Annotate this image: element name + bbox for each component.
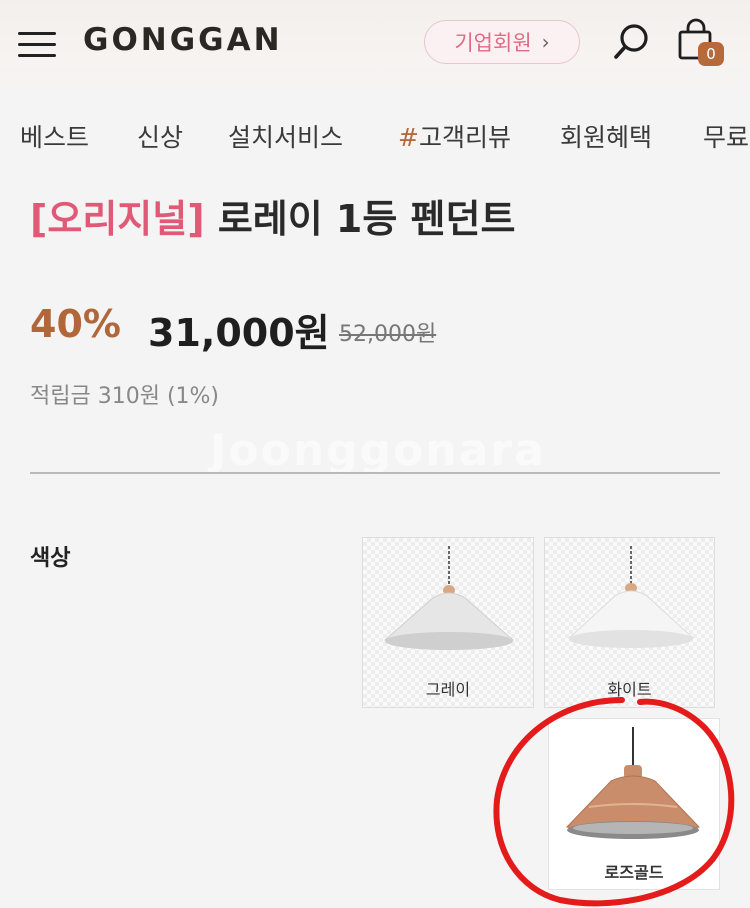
product-tag: [오리지널] [30, 197, 205, 241]
category-nav: 베스트 신상 설치서비스 #고객리뷰 회원혜택 무료 [0, 118, 750, 168]
product-title: [오리지널] 로레이 1등 펜던트 [30, 188, 515, 243]
color-option-label: 색상 [30, 546, 71, 571]
corporate-member-label: 기업회원 [454, 31, 532, 55]
reward-points: 적립금 310원 (1%) [30, 384, 220, 409]
hamburger-menu-icon[interactable] [18, 28, 58, 60]
color-swatch-gray[interactable]: 그레이 [362, 537, 534, 708]
nav-item-reviews-label: 고객리뷰 [418, 123, 511, 152]
gonggan-logo[interactable]: GONGGAN [83, 22, 283, 58]
nav-item-install-service[interactable]: 설치서비스 [228, 118, 343, 154]
section-divider [30, 472, 720, 474]
top-header: GONGGAN 기업회원 › 0 [0, 0, 750, 95]
discount-rate: 40% [30, 302, 121, 346]
nav-item-best[interactable]: 베스트 [20, 118, 89, 154]
search-icon[interactable] [612, 22, 652, 62]
color-swatch-white[interactable]: 화이트 [544, 537, 715, 708]
cart-count-badge: 0 [698, 42, 724, 66]
nav-item-new[interactable]: 신상 [137, 118, 183, 154]
sale-price: 31,000원 [148, 311, 330, 355]
nav-item-reviews[interactable]: #고객리뷰 [398, 118, 511, 154]
swatch-caption-rose-gold: 로즈골드 [604, 863, 664, 882]
nav-item-member-benefits[interactable]: 회원혜택 [560, 118, 652, 154]
nav-item-free[interactable]: 무료 [703, 118, 749, 154]
watermark-text: Joonggonara [210, 425, 546, 476]
swatch-caption-white: 화이트 [607, 680, 652, 699]
chevron-right-icon: › [541, 30, 550, 54]
original-price: 52,000원 [339, 322, 437, 347]
corporate-member-button[interactable]: 기업회원 › [424, 20, 580, 64]
product-name: 로레이 1등 펜던트 [217, 197, 516, 241]
hash-symbol: # [398, 123, 419, 152]
swatch-caption-gray: 그레이 [425, 680, 471, 699]
color-swatch-rose-gold[interactable]: 로즈골드 [548, 718, 720, 890]
